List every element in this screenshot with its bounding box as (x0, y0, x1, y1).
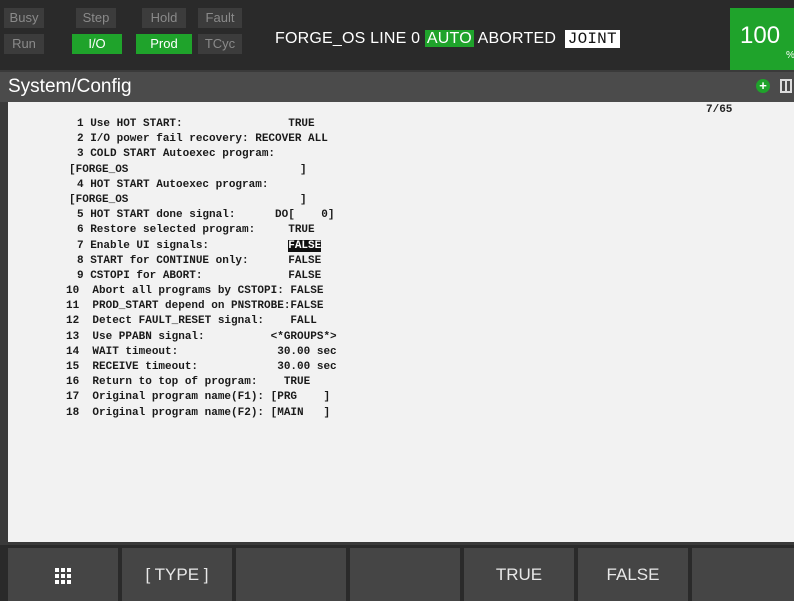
selected-value[interactable]: FALSE (288, 239, 322, 252)
split-window-icon[interactable] (780, 79, 792, 93)
speed-override[interactable]: 100 % (730, 8, 794, 70)
config-line[interactable]: 18 Original program name(F2): [MAIN ] (66, 406, 337, 421)
config-line[interactable]: [FORGE_OS ] (66, 193, 337, 208)
speed-unit: % (786, 50, 794, 61)
busy-indicator: Busy (4, 8, 44, 28)
config-line[interactable]: 15 RECEIVE timeout: 30.00 sec (66, 360, 337, 375)
mode-badge: AUTO (424, 30, 474, 47)
config-line-label: 7 Enable UI signals: (77, 239, 289, 252)
config-line-selected[interactable]: 7 Enable UI signals: FALSE (66, 239, 337, 254)
config-line[interactable]: 3 COLD START Autoexec program: (66, 147, 337, 162)
page-counter: 7/65 (706, 104, 733, 116)
step-indicator: Step (76, 8, 116, 28)
true-button[interactable]: TRUE (464, 548, 574, 601)
config-list: 1 Use HOT START: TRUE 2 I/O power fail r… (66, 117, 337, 421)
false-button[interactable]: FALSE (578, 548, 688, 601)
config-line[interactable]: 8 START for CONTINUE only: FALSE (66, 254, 337, 269)
grid-menu-icon (55, 567, 71, 584)
config-line[interactable]: 10 Abort all programs by CSTOPI: FALSE (66, 284, 337, 299)
config-line[interactable]: 14 WAIT timeout: 30.00 sec (66, 345, 337, 360)
speed-value: 100 (740, 22, 781, 49)
zoom-in-icon[interactable]: + (756, 79, 770, 93)
state-text: ABORTED (477, 30, 557, 47)
config-panel: 7/65 1 Use HOT START: TRUE 2 I/O power f… (8, 102, 794, 542)
next-button[interactable] (692, 548, 794, 601)
config-line[interactable]: 9 CSTOPI for ABORT: FALSE (66, 269, 337, 284)
tcyc-indicator: TCyc (198, 34, 242, 54)
config-line[interactable]: [FORGE_OS ] (66, 163, 337, 178)
config-line[interactable]: 12 Detect FAULT_RESET signal: FALL (66, 314, 337, 329)
status-bar: Busy Step Hold Fault Run I/O Prod TCyc F… (0, 0, 794, 70)
program-line: FORGE_OS LINE 0 (275, 30, 421, 47)
io-indicator: I/O (72, 34, 122, 54)
config-line[interactable]: 13 Use PPABN signal: <*GROUPS*> (66, 330, 337, 345)
config-line[interactable]: 2 I/O power fail recovery: RECOVER ALL (66, 132, 337, 147)
f3-button[interactable] (350, 548, 460, 601)
config-line[interactable]: 11 PROD_START depend on PNSTROBE:FALSE (66, 299, 337, 314)
config-line[interactable]: 6 Restore selected program: TRUE (66, 223, 337, 238)
coord-badge[interactable]: JOINT (564, 30, 620, 48)
config-line[interactable]: 5 HOT START done signal: DO[ 0] (66, 208, 337, 223)
config-line[interactable]: 16 Return to top of program: TRUE (66, 375, 337, 390)
page-title: System/Config (8, 76, 132, 97)
config-line[interactable]: 17 Original program name(F1): [PRG ] (66, 390, 337, 405)
menu-grid-button[interactable] (8, 548, 118, 601)
config-line[interactable]: 1 Use HOT START: TRUE (66, 117, 337, 132)
fault-indicator: Fault (198, 8, 242, 28)
f2-button[interactable] (236, 548, 346, 601)
prod-indicator: Prod (136, 34, 192, 54)
run-indicator: Run (4, 34, 44, 54)
screen-titlebar: System/Config + (0, 72, 794, 102)
type-button[interactable]: [ TYPE ] (122, 548, 232, 601)
function-key-bar: [ TYPE ] TRUE FALSE (0, 545, 794, 601)
hold-indicator: Hold (142, 8, 186, 28)
config-line[interactable]: 4 HOT START Autoexec program: (66, 178, 337, 193)
status-line: FORGE_OS LINE 0 AUTO ABORTED JOINT (275, 30, 620, 48)
